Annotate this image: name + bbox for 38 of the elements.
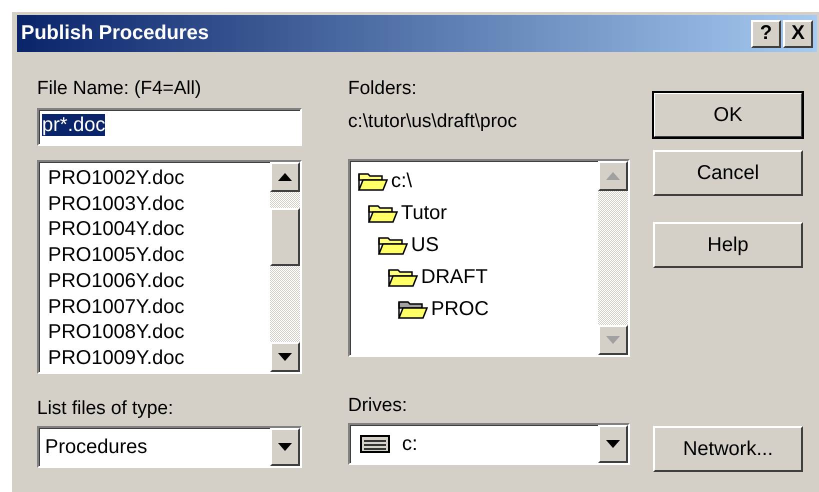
file-item[interactable]: PRO1007Y.doc bbox=[48, 294, 270, 320]
cancel-button[interactable]: Cancel bbox=[653, 150, 803, 196]
folder-item[interactable]: Tutor bbox=[401, 202, 447, 224]
folders-label: Folders: bbox=[348, 78, 418, 100]
drive-icon bbox=[360, 435, 390, 453]
scroll-up-button[interactable] bbox=[270, 162, 300, 192]
drives-label: Drives: bbox=[348, 395, 408, 417]
caret-icon bbox=[606, 440, 620, 448]
file-item[interactable]: PRO1008Y.doc bbox=[48, 320, 270, 346]
caret-icon bbox=[278, 443, 292, 451]
file-item[interactable]: PRO1004Y.doc bbox=[48, 217, 270, 244]
drives-dropdown[interactable]: c: bbox=[348, 423, 630, 465]
down-arrow-icon bbox=[278, 353, 292, 361]
file-item[interactable]: PRO1005Y.doc bbox=[48, 243, 270, 269]
folder-item[interactable]: PROC bbox=[431, 298, 489, 320]
folder-item[interactable]: DRAFT bbox=[421, 266, 488, 288]
down-arrow-icon bbox=[606, 336, 620, 344]
file-item[interactable]: PRO1009Y.doc bbox=[48, 346, 270, 372]
help-button[interactable]: ? bbox=[751, 20, 781, 48]
file-type-dropdown[interactable]: Procedures bbox=[37, 426, 302, 468]
file-name-label: File Name: (F4=All) bbox=[37, 78, 202, 100]
file-item[interactable]: PRO1002Y.doc bbox=[48, 166, 270, 192]
scroll-thumb[interactable] bbox=[270, 208, 300, 266]
file-type-label: List files of type: bbox=[37, 398, 174, 420]
file-item[interactable]: PRO1003Y.doc bbox=[48, 192, 270, 218]
folder-item[interactable]: c:\ bbox=[391, 170, 412, 192]
file-name-field[interactable]: pr*.doc bbox=[37, 108, 302, 146]
close-button[interactable]: X bbox=[783, 20, 813, 48]
up-arrow-icon bbox=[606, 172, 620, 180]
file-item[interactable]: PRO1006Y.doc bbox=[48, 268, 270, 295]
window-title: Publish Procedures bbox=[21, 22, 209, 45]
up-arrow-icon bbox=[278, 173, 292, 181]
help-button[interactable]: Help bbox=[653, 222, 803, 268]
network-button[interactable]: Network... bbox=[653, 426, 803, 472]
folder-path: c:\tutor\us\draft\proc bbox=[348, 111, 518, 133]
ok-button[interactable]: OK bbox=[653, 92, 803, 138]
scroll-down-button[interactable] bbox=[270, 342, 300, 372]
folder-item[interactable]: US bbox=[411, 234, 439, 256]
